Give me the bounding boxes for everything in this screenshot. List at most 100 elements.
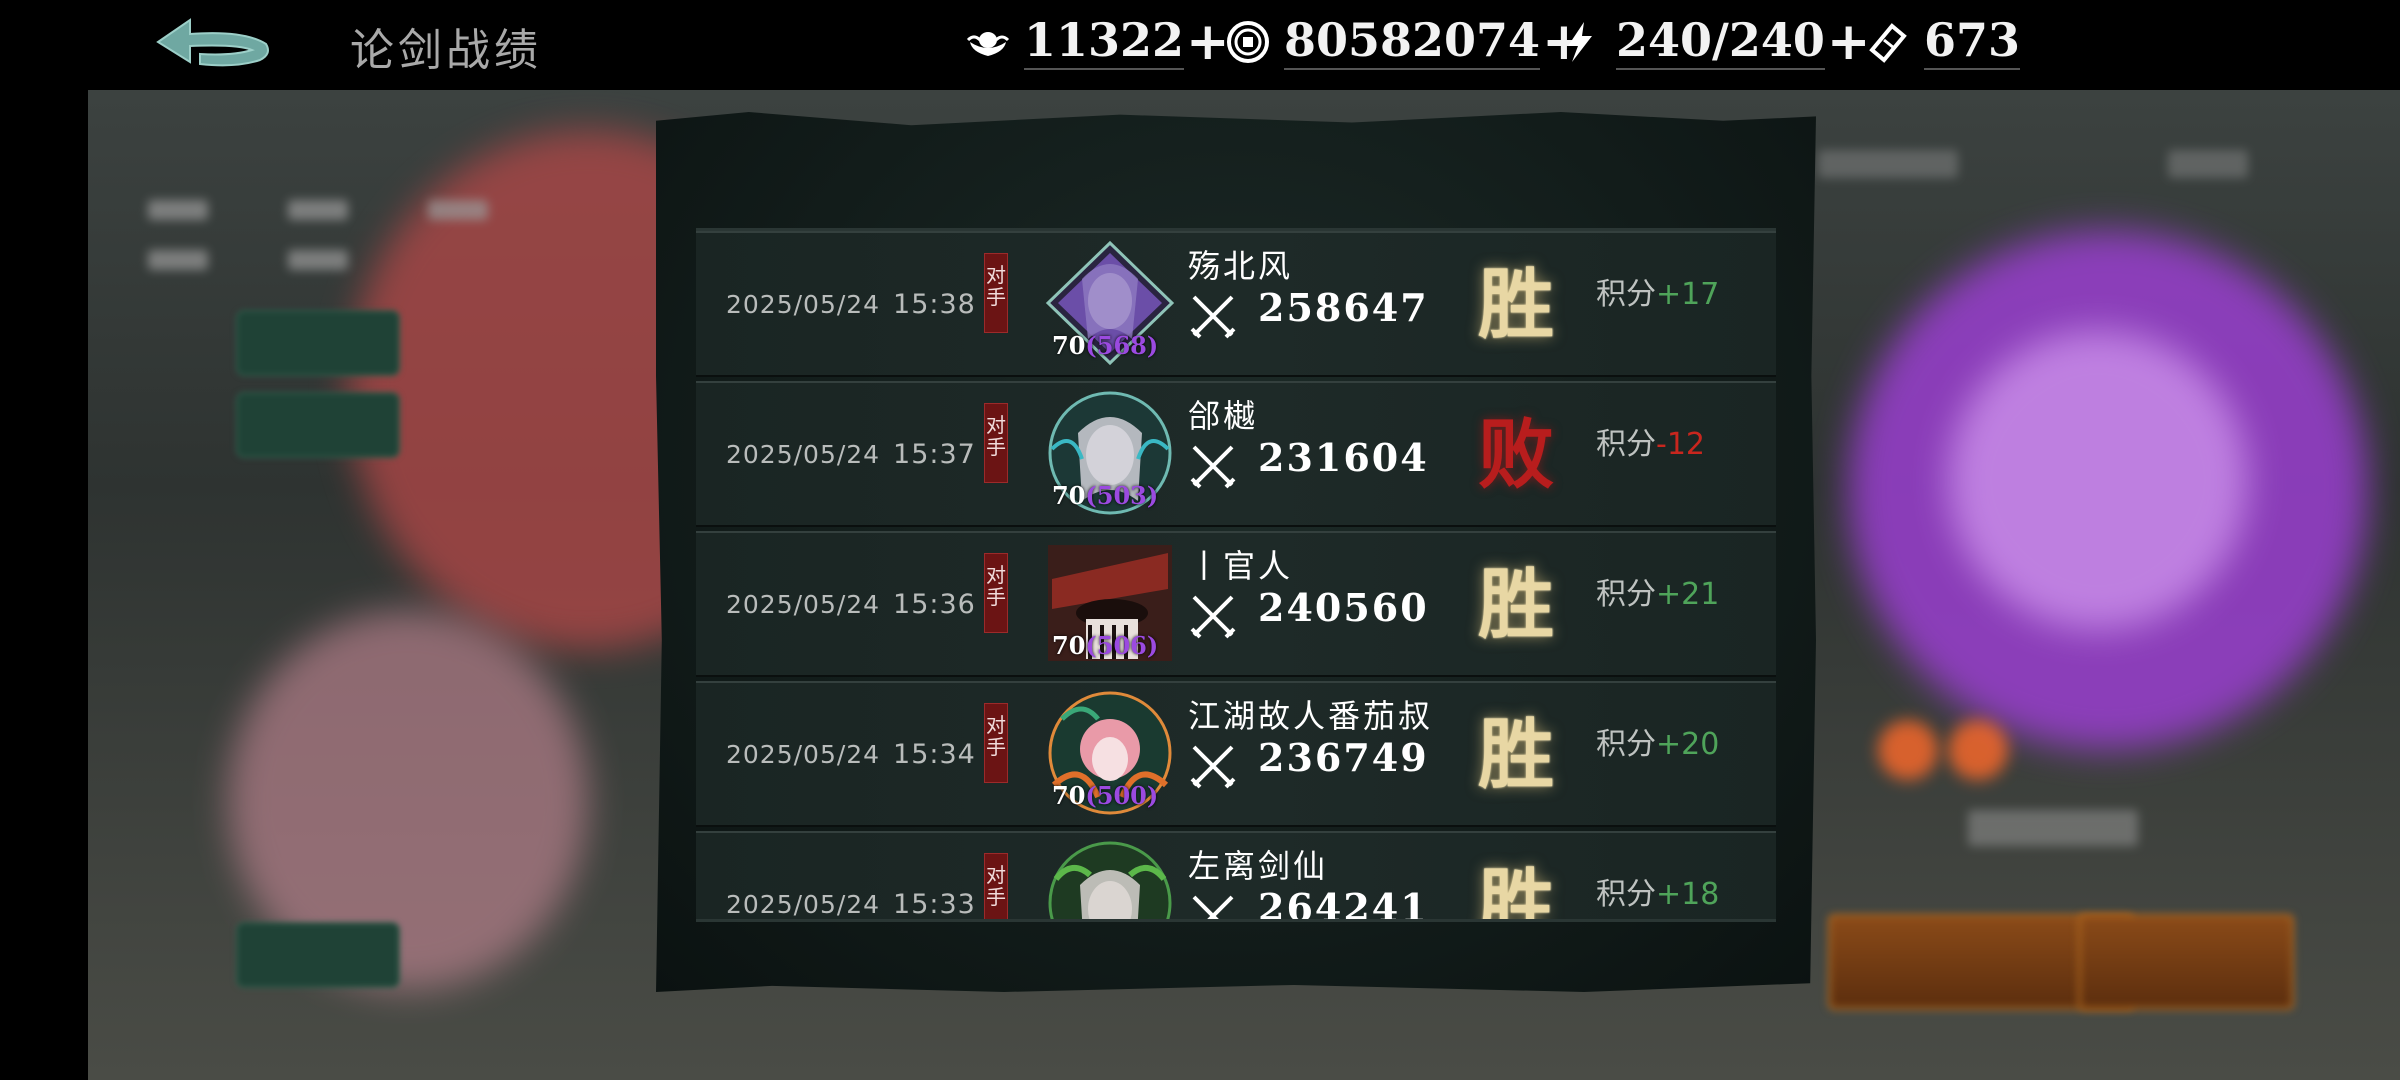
- result-lose-mark: 败: [1478, 410, 1554, 499]
- result-win-mark: 胜: [1478, 260, 1554, 349]
- opponent-level: 70(568): [1052, 331, 1159, 360]
- record-date: 2025/05/24: [726, 440, 881, 469]
- background-button: [236, 392, 400, 458]
- background-button: [236, 310, 400, 376]
- score-change: 积分+21: [1596, 569, 1719, 613]
- score-delta: +21: [1656, 577, 1720, 612]
- opponent-tag: 对手: [984, 553, 1008, 633]
- opponent-power: 236749: [1258, 735, 1429, 780]
- background-emblem-glow: [1948, 330, 2248, 630]
- score-delta: -12: [1656, 427, 1705, 462]
- record-date: 2025/05/24: [726, 590, 881, 619]
- opponent-avatar[interactable]: [1042, 839, 1178, 922]
- background-button: [236, 922, 400, 988]
- result-win-mark: 胜: [1478, 710, 1554, 799]
- back-button[interactable]: [148, 14, 276, 78]
- opponent-tag: 对手: [984, 403, 1008, 483]
- opponent-tag: 对手: [984, 703, 1008, 783]
- opponent-rank: (500): [1085, 781, 1159, 810]
- score-change: 积分+20: [1596, 719, 1719, 763]
- opponent-name: 郃樾: [1188, 397, 1259, 435]
- add-stamina-icon[interactable]: +: [1827, 16, 1871, 68]
- record-time: 15:37: [893, 439, 976, 470]
- resource-stamina[interactable]: 240/240 +: [1558, 12, 1870, 72]
- record-time: 15:38: [893, 289, 976, 320]
- record-time: 15:36: [893, 589, 976, 620]
- opponent-level: 70(500): [1052, 781, 1159, 810]
- background-orb: [1878, 720, 1938, 780]
- resource-coin[interactable]: 80582074 +: [1226, 12, 1586, 72]
- opponent-power: 240560: [1258, 585, 1429, 630]
- battle-record-list[interactable]: 2025/05/24 15:38 对手 70(568) 殇北风 258647 胜…: [696, 228, 1776, 922]
- background-text: [288, 250, 348, 270]
- background-text: [148, 250, 208, 270]
- stamina-value: 240/240: [1616, 14, 1825, 70]
- record-row[interactable]: 2025/05/24 15:37 对手 70(503) 郃樾 231604 败 …: [696, 381, 1776, 527]
- opponent-level: 70(506): [1052, 631, 1159, 660]
- record-time: 15:34: [893, 739, 976, 770]
- score-change: 积分-12: [1596, 419, 1705, 463]
- background-text: [288, 200, 348, 220]
- record-row[interactable]: 2025/05/24 15:38 对手 70(568) 殇北风 258647 胜…: [696, 231, 1776, 377]
- opponent-power: 231604: [1258, 435, 1429, 480]
- background-orb: [1948, 720, 2008, 780]
- score-change: 积分+18: [1596, 869, 1719, 913]
- score-label: 积分: [1596, 877, 1656, 912]
- opponent-rank: (503): [1085, 481, 1159, 510]
- background-text: [1818, 150, 1958, 178]
- opponent-rank: (568): [1085, 331, 1159, 360]
- score-delta: +20: [1656, 727, 1720, 762]
- record-row[interactable]: 2025/05/24 15:34 对手 70(500) 江湖故人番茄叔 2367…: [696, 681, 1776, 827]
- score-change: 积分+17: [1596, 269, 1719, 313]
- score-delta: +18: [1656, 877, 1720, 912]
- crossed-swords-icon: [1190, 595, 1236, 639]
- resource-ticket[interactable]: 673: [1866, 12, 2021, 72]
- ticket-icon: [1866, 20, 1910, 64]
- back-arrow-icon: [156, 18, 269, 67]
- opponent-name: 殇北风: [1188, 247, 1294, 285]
- record-date: 2025/05/24: [726, 290, 881, 319]
- result-win-mark: 胜: [1478, 860, 1554, 922]
- record-date: 2025/05/24: [726, 890, 881, 919]
- record-datetime: 2025/05/24 15:38: [726, 289, 976, 320]
- record-time: 15:33: [893, 889, 976, 920]
- opponent-tag: 对手: [984, 253, 1008, 333]
- background-text: [2168, 150, 2248, 178]
- silver-ingot-icon: [966, 20, 1010, 64]
- resource-silver[interactable]: 11322 +: [966, 12, 1230, 72]
- background-text: [148, 200, 208, 220]
- record-row[interactable]: 2025/05/24 15:36 对手 70(506) 丨官人 240560 胜…: [696, 531, 1776, 677]
- crossed-swords-icon: [1190, 295, 1236, 339]
- record-datetime: 2025/05/24 15:36: [726, 589, 976, 620]
- opponent-name: 江湖故人番茄叔: [1188, 697, 1434, 735]
- lightning-stamina-icon: [1558, 20, 1602, 64]
- opponent-name: 左离剑仙: [1188, 847, 1329, 885]
- opponent-rank: (506): [1085, 631, 1159, 660]
- opponent-power: 264241: [1258, 885, 1429, 922]
- record-datetime: 2025/05/24 15:37: [726, 439, 976, 470]
- ticket-value: 673: [1924, 14, 2021, 70]
- opponent-name: 丨官人: [1188, 547, 1294, 585]
- top-bar: 论剑战绩 11322 + 80582074 + 240/240 + 673: [0, 0, 2400, 90]
- score-label: 积分: [1596, 577, 1656, 612]
- record-datetime: 2025/05/24 15:34: [726, 739, 976, 770]
- page-title: 论剑战绩: [350, 25, 542, 76]
- result-win-mark: 胜: [1478, 560, 1554, 649]
- background-button-orange: [2078, 914, 2294, 1010]
- score-delta: +17: [1656, 277, 1720, 312]
- score-label: 积分: [1596, 427, 1656, 462]
- opponent-level: 70(503): [1052, 481, 1159, 510]
- score-label: 积分: [1596, 277, 1656, 312]
- add-silver-icon[interactable]: +: [1186, 16, 1230, 68]
- opponent-tag: 对手: [984, 853, 1008, 919]
- background-text: [1968, 810, 2138, 846]
- record-datetime: 2025/05/24 15:33: [726, 889, 976, 920]
- record-row[interactable]: 2025/05/24 15:33 对手 左离剑仙 264241 胜 积分+18: [696, 831, 1776, 922]
- coin-value: 80582074: [1284, 14, 1541, 70]
- crossed-swords-icon: [1190, 445, 1236, 489]
- background-text: [428, 200, 488, 220]
- crossed-swords-icon: [1190, 745, 1236, 789]
- record-date: 2025/05/24: [726, 740, 881, 769]
- silver-value: 11322: [1024, 14, 1185, 70]
- crossed-swords-icon: [1192, 895, 1234, 919]
